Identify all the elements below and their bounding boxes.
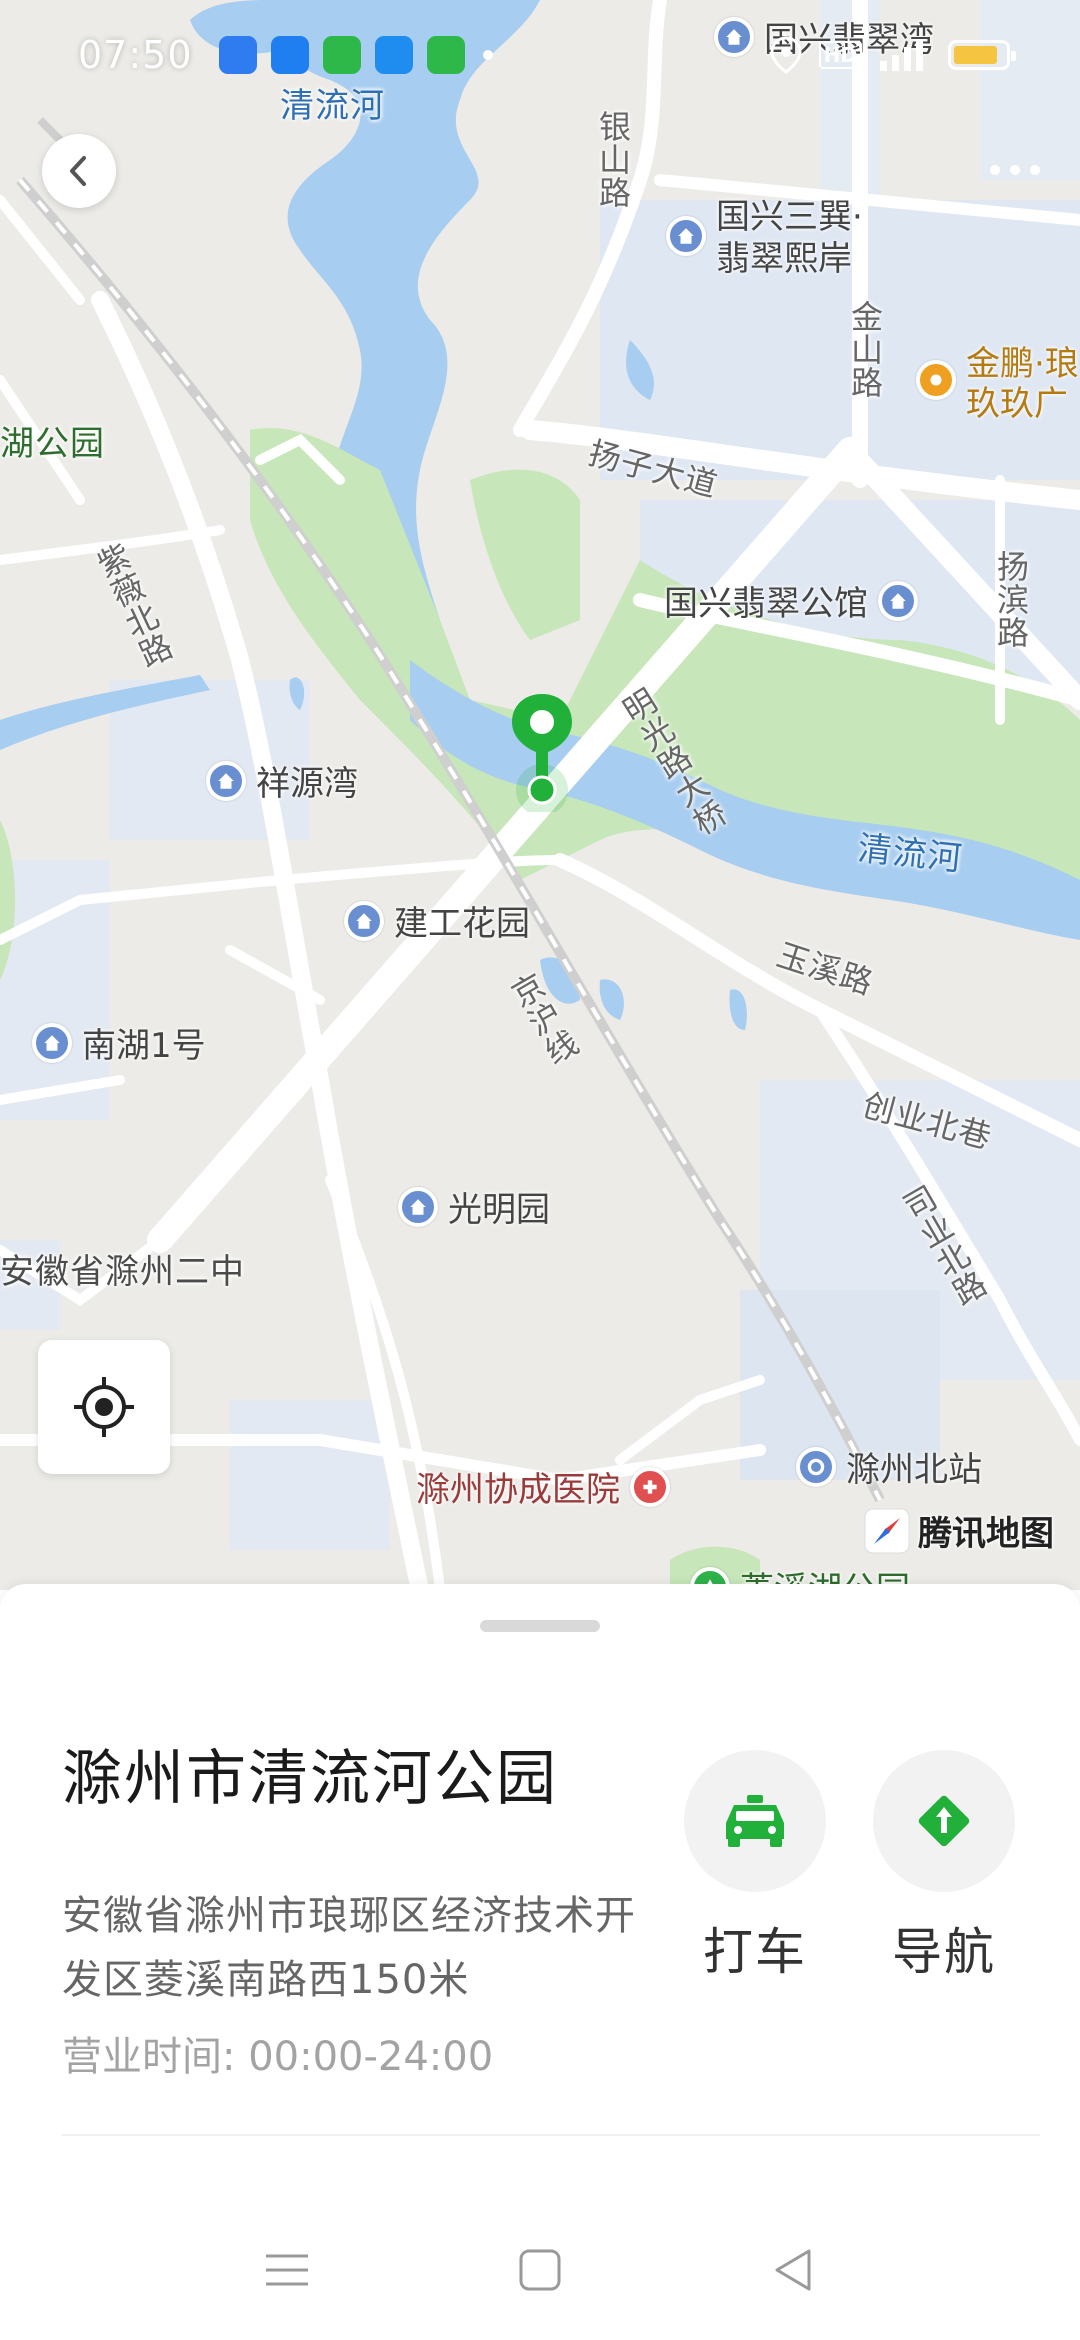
- battery-level: [954, 46, 997, 64]
- residential-icon: [878, 580, 918, 621]
- baidu-app-icon: [218, 36, 257, 74]
- poi-guoxing-gongguan[interactable]: 国兴翡翠公馆: [664, 576, 918, 625]
- map-brand: 腾讯地图: [864, 1506, 1054, 1555]
- poi-hospital[interactable]: 滁州协成医院: [416, 1462, 670, 1511]
- navigate-button-circle[interactable]: [873, 1750, 1015, 1892]
- map-label-park: 湖公园: [0, 424, 105, 464]
- poi-label: 建工花园: [394, 904, 530, 944]
- poi-label: 光明园: [448, 1190, 550, 1230]
- home-button[interactable]: [505, 2235, 575, 2305]
- poi-label: 国兴翡翠公馆: [664, 584, 868, 624]
- triangle-back-icon: [775, 2249, 811, 2291]
- my-location-button[interactable]: [38, 1340, 170, 1474]
- poi-label: 祥源湾: [256, 764, 358, 804]
- poi-guangming-garden[interactable]: 光明园: [398, 1182, 550, 1231]
- poi-label-line-2: 翡翠熙岸: [716, 239, 852, 279]
- back-nav-button[interactable]: [758, 2235, 828, 2305]
- residential-icon: [32, 1022, 72, 1063]
- poi-xiangyuanwan[interactable]: 祥源湾: [206, 756, 358, 805]
- browser-app-icon: [374, 36, 413, 74]
- status-right-group: HD: [769, 36, 1016, 74]
- poi-chuzhou-north-station[interactable]: 滁州北站: [796, 1442, 982, 1491]
- square-icon: [519, 2249, 561, 2291]
- navigation-icon: [918, 1795, 970, 1847]
- poi-guoxing-sanxun[interactable]: 国兴三巽· 翡翠熙岸: [666, 196, 863, 280]
- residential-icon: [398, 1186, 438, 1227]
- poi-label: 滁州协成医院: [416, 1470, 620, 1510]
- crosshair-icon: [74, 1377, 134, 1437]
- message-app-icon: [426, 36, 465, 74]
- chevron-left-icon: [70, 156, 86, 186]
- residential-icon: [206, 760, 246, 801]
- navigate-label: 导航: [892, 1923, 996, 1981]
- cloud-app-icon: [270, 36, 309, 74]
- poi-nanhu-1[interactable]: 南湖1号: [32, 1018, 206, 1067]
- navigate-button[interactable]: 导航: [869, 1750, 1019, 1984]
- poi-label-line-1: 国兴三巽·: [716, 197, 863, 237]
- residential-icon: [666, 216, 706, 256]
- business-hours: 营业时间: 00:00-24:00: [62, 2034, 494, 2080]
- poi-jiangong-garden[interactable]: 建工花园: [344, 896, 530, 945]
- status-time: 07:50: [78, 33, 193, 77]
- sheet-drag-handle[interactable]: [480, 1620, 600, 1632]
- recent-apps-button[interactable]: [252, 2235, 322, 2305]
- compass-icon: [864, 1508, 910, 1553]
- back-button[interactable]: [42, 134, 116, 208]
- hospital-icon: [630, 1466, 670, 1507]
- more-dot-icon: [1010, 165, 1020, 175]
- taxi-icon: [726, 1795, 784, 1847]
- taxi-label: 打车: [703, 1923, 807, 1981]
- hd-indicator: HD: [818, 41, 862, 69]
- more-notifications-dot: [482, 50, 493, 60]
- place-name: 滁州市清流河公园: [62, 1744, 558, 1814]
- poi-jinpeng[interactable]: 金鹏·琅 玖玖广: [916, 344, 1079, 424]
- map-view[interactable]: 清流河 国兴翡翠湾 银山路 国兴三巽· 翡翠熙岸 金山路 金鹏·琅 玖玖广 湖公…: [0, 0, 1080, 1590]
- taxi-button[interactable]: 打车: [680, 1750, 830, 1984]
- more-dot-icon: [1030, 165, 1040, 175]
- store-app-icon: [322, 36, 361, 74]
- poi-label: 南湖1号: [82, 1026, 206, 1066]
- notification-app-icons: [218, 36, 465, 74]
- poi-label-line-2: 玖玖广: [966, 384, 1068, 424]
- location-pin-icon[interactable]: [508, 692, 576, 812]
- poi-label-line-1: 金鹏·琅: [966, 344, 1079, 384]
- shopping-icon: [916, 360, 956, 400]
- place-address: 安徽省滁州市琅琊区经济技术开发区菱溪南路西150米: [62, 1893, 636, 2003]
- menu-icon: [265, 2254, 308, 2286]
- map-brand-text: 腾讯地图: [918, 1514, 1054, 1554]
- road-label-yangbin: 扬滨路: [992, 550, 1030, 649]
- status-bar: 07:50 HD: [0, 0, 1080, 110]
- poi-label: 滁州北站: [846, 1450, 982, 1490]
- more-dot-icon: [990, 165, 1000, 175]
- poi-label-school[interactable]: 安徽省滁州二中: [0, 1244, 245, 1293]
- residential-icon: [344, 900, 384, 941]
- location-status-icon: [770, 36, 802, 74]
- train-station-icon: [796, 1446, 836, 1487]
- more-options-button[interactable]: [980, 150, 1050, 190]
- battery-icon: [948, 40, 1016, 70]
- taxi-button-circle[interactable]: [684, 1750, 826, 1892]
- signal-icon: [880, 39, 923, 71]
- divider: [62, 2134, 1040, 2136]
- road-label-jinshan: 金山路: [846, 300, 884, 399]
- system-navigation-bar: [0, 2200, 1080, 2340]
- road-label-yinshan: 银山路: [594, 110, 632, 209]
